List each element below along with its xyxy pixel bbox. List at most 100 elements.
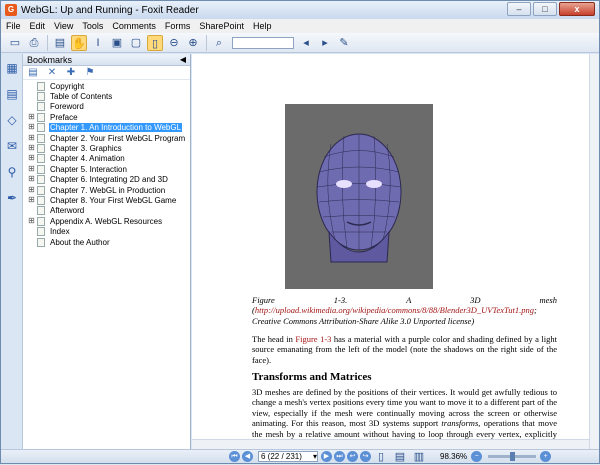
bookmark-icon (37, 112, 45, 122)
bookmark-item[interactable]: ⊞ Chapter 2. Your First WebGL Program (23, 133, 190, 143)
bookmark-item[interactable]: Copyright (23, 81, 190, 91)
bookmark-label: Chapter 7. WebGL in Production (50, 185, 166, 195)
first-page-icon[interactable]: ⏮ (229, 451, 240, 462)
expand-icon[interactable]: ⊞ (27, 133, 36, 143)
expand-icon[interactable]: ⊞ (27, 175, 36, 184)
menu-comments[interactable]: Comments (112, 21, 156, 31)
collapse-panel-icon[interactable]: ◀ (180, 55, 186, 64)
close-button[interactable]: x (559, 2, 595, 16)
horizontal-scrollbar[interactable] (192, 439, 589, 449)
expand-icon[interactable]: ⊞ (27, 112, 36, 122)
bookmarks-icon[interactable]: ▤ (4, 86, 20, 102)
bookmark-icon (37, 227, 45, 237)
maximize-button[interactable]: □ (533, 2, 557, 16)
last-page-icon[interactable]: ⏭ (334, 451, 345, 462)
bookmark-item[interactable]: ⊞ Appendix A. WebGL Resources (23, 216, 190, 226)
page-number-text: 6 (22 / 231) (261, 452, 302, 461)
bookmark-item[interactable]: Index (23, 226, 190, 237)
search-input[interactable] (232, 36, 294, 49)
figure-reference-link[interactable]: Figure 1-3 (295, 334, 331, 344)
bookmark-icon (37, 175, 45, 185)
document-view[interactable]: Figure 1-3. A 3D mesh (http://upload.wik… (192, 54, 589, 449)
bookmark-label: Appendix A. WebGL Resources (50, 216, 163, 226)
print-icon[interactable]: ⎙ (26, 35, 42, 51)
expand-icon[interactable]: ⊞ (27, 144, 36, 153)
expand-icon[interactable]: ⊞ (27, 185, 36, 195)
select-text-icon[interactable]: I (90, 35, 106, 51)
continuous-icon[interactable]: ▤ (392, 449, 408, 465)
head-mesh-figure (316, 133, 402, 262)
menu-edit[interactable]: Edit (30, 21, 46, 31)
expand-icon[interactable]: ⊞ (27, 195, 36, 205)
bookmark-item[interactable]: Table of Contents (23, 91, 190, 102)
zoom-out-status-icon[interactable]: − (471, 451, 483, 462)
comment-icon[interactable]: ✎ (336, 35, 352, 51)
zoom-level[interactable]: 98.36% (440, 452, 467, 461)
zoom-in-status-icon[interactable]: + (540, 451, 552, 462)
expand-icon[interactable]: ⊞ (27, 154, 36, 163)
bookmark-item[interactable]: ⊞ Chapter 5. Interaction (23, 164, 190, 174)
page-dropdown-icon[interactable]: ▾ (313, 452, 317, 461)
page-layout-icon[interactable]: ▤ (52, 35, 68, 51)
bookmark-item[interactable]: Afterword (23, 206, 190, 216)
snapshot-icon[interactable]: ▣ (109, 35, 125, 51)
signatures-icon[interactable]: ✒ (4, 190, 20, 206)
menu-sharepoint[interactable]: SharePoint (199, 21, 244, 31)
bookmark-item[interactable]: ⊞ Preface (23, 112, 190, 122)
menu-view[interactable]: View (54, 21, 73, 31)
bookmark-item[interactable]: ⊞ Chapter 1. An Introduction to WebGL (23, 123, 190, 133)
bookmark-item[interactable]: ⊞ Chapter 7. WebGL in Production (23, 185, 190, 195)
bookmark-label: Table of Contents (50, 92, 113, 102)
expand-icon[interactable]: ⊞ (27, 123, 36, 132)
previous-view-icon[interactable]: ◂ (298, 35, 314, 51)
menu-forms[interactable]: Forms (165, 21, 191, 31)
bookmark-options-icon[interactable]: ▤ (27, 67, 39, 79)
expand-icon[interactable]: ⊞ (27, 216, 36, 226)
add-bookmark-icon[interactable]: ✚ (65, 67, 77, 79)
zoom-slider-thumb[interactable] (509, 452, 515, 461)
facing-icon[interactable]: ▥ (411, 449, 427, 465)
page-number-field[interactable]: 6 (22 / 231) ▾ (258, 451, 318, 462)
menu-tools[interactable]: Tools (82, 21, 103, 31)
hand-tool-icon[interactable]: ✋ (71, 34, 87, 51)
back-icon[interactable]: ↩ (347, 451, 358, 462)
next-view-icon[interactable]: ▸ (317, 35, 333, 51)
bookmark-label: Chapter 1. An Introduction to WebGL (49, 123, 183, 133)
vertical-scrollbar[interactable] (589, 54, 599, 449)
fit-page-icon[interactable]: ▢ (128, 35, 144, 51)
single-page-icon[interactable]: ▯ (373, 449, 389, 465)
zoom-slider[interactable] (488, 452, 537, 461)
bookmark-item[interactable]: ⊞ Chapter 3. Graphics (23, 143, 190, 154)
layers-icon[interactable]: ◇ (4, 112, 20, 128)
find-icon[interactable]: ⌕ (211, 35, 227, 51)
foxit-logo-icon: G (5, 4, 17, 16)
bookmark-item[interactable]: ⊞ Chapter 8. Your First WebGL Game (23, 195, 190, 205)
caption-link[interactable]: http://upload.wikimedia.org/wikipedia/co… (255, 305, 534, 315)
open-icon[interactable]: ▭ (7, 35, 23, 51)
minimize-button[interactable]: – (507, 2, 531, 16)
expand-icon[interactable]: ⊞ (27, 164, 36, 174)
figure-image (285, 104, 433, 289)
zoom-out-icon[interactable]: ⊖ (166, 35, 182, 51)
bookmark-label: About the Author (50, 237, 110, 247)
zoom-in-icon[interactable]: ⊕ (185, 35, 201, 51)
bookmark-item[interactable]: ⊞ Chapter 4. Animation (23, 154, 190, 164)
next-page-icon[interactable]: ▶ (321, 451, 332, 462)
find-bookmark-icon[interactable]: ⚑ (84, 67, 96, 79)
forward-icon[interactable]: ↪ (360, 451, 371, 462)
actual-size-icon[interactable]: ▯ (147, 34, 163, 51)
bookmark-item[interactable]: About the Author (23, 237, 190, 247)
bookmark-tree: Copyright Table of Contents Foreword ⊞ Prefa… (23, 80, 190, 247)
previous-page-icon[interactable]: ◀ (242, 451, 253, 462)
bookmark-item[interactable]: Foreword (23, 102, 190, 112)
bookmark-icon (37, 154, 45, 164)
attachments-icon[interactable]: ⚲ (4, 164, 20, 180)
comments-icon[interactable]: ✉ (4, 138, 20, 154)
bookmark-item[interactable]: ⊞ Chapter 6. Integrating 2D and 3D (23, 175, 190, 185)
menu-help[interactable]: Help (253, 21, 272, 31)
menu-file[interactable]: File (6, 21, 21, 31)
delete-bookmark-icon[interactable]: ✕ (46, 67, 58, 79)
pages-icon[interactable]: ▦ (4, 60, 20, 76)
